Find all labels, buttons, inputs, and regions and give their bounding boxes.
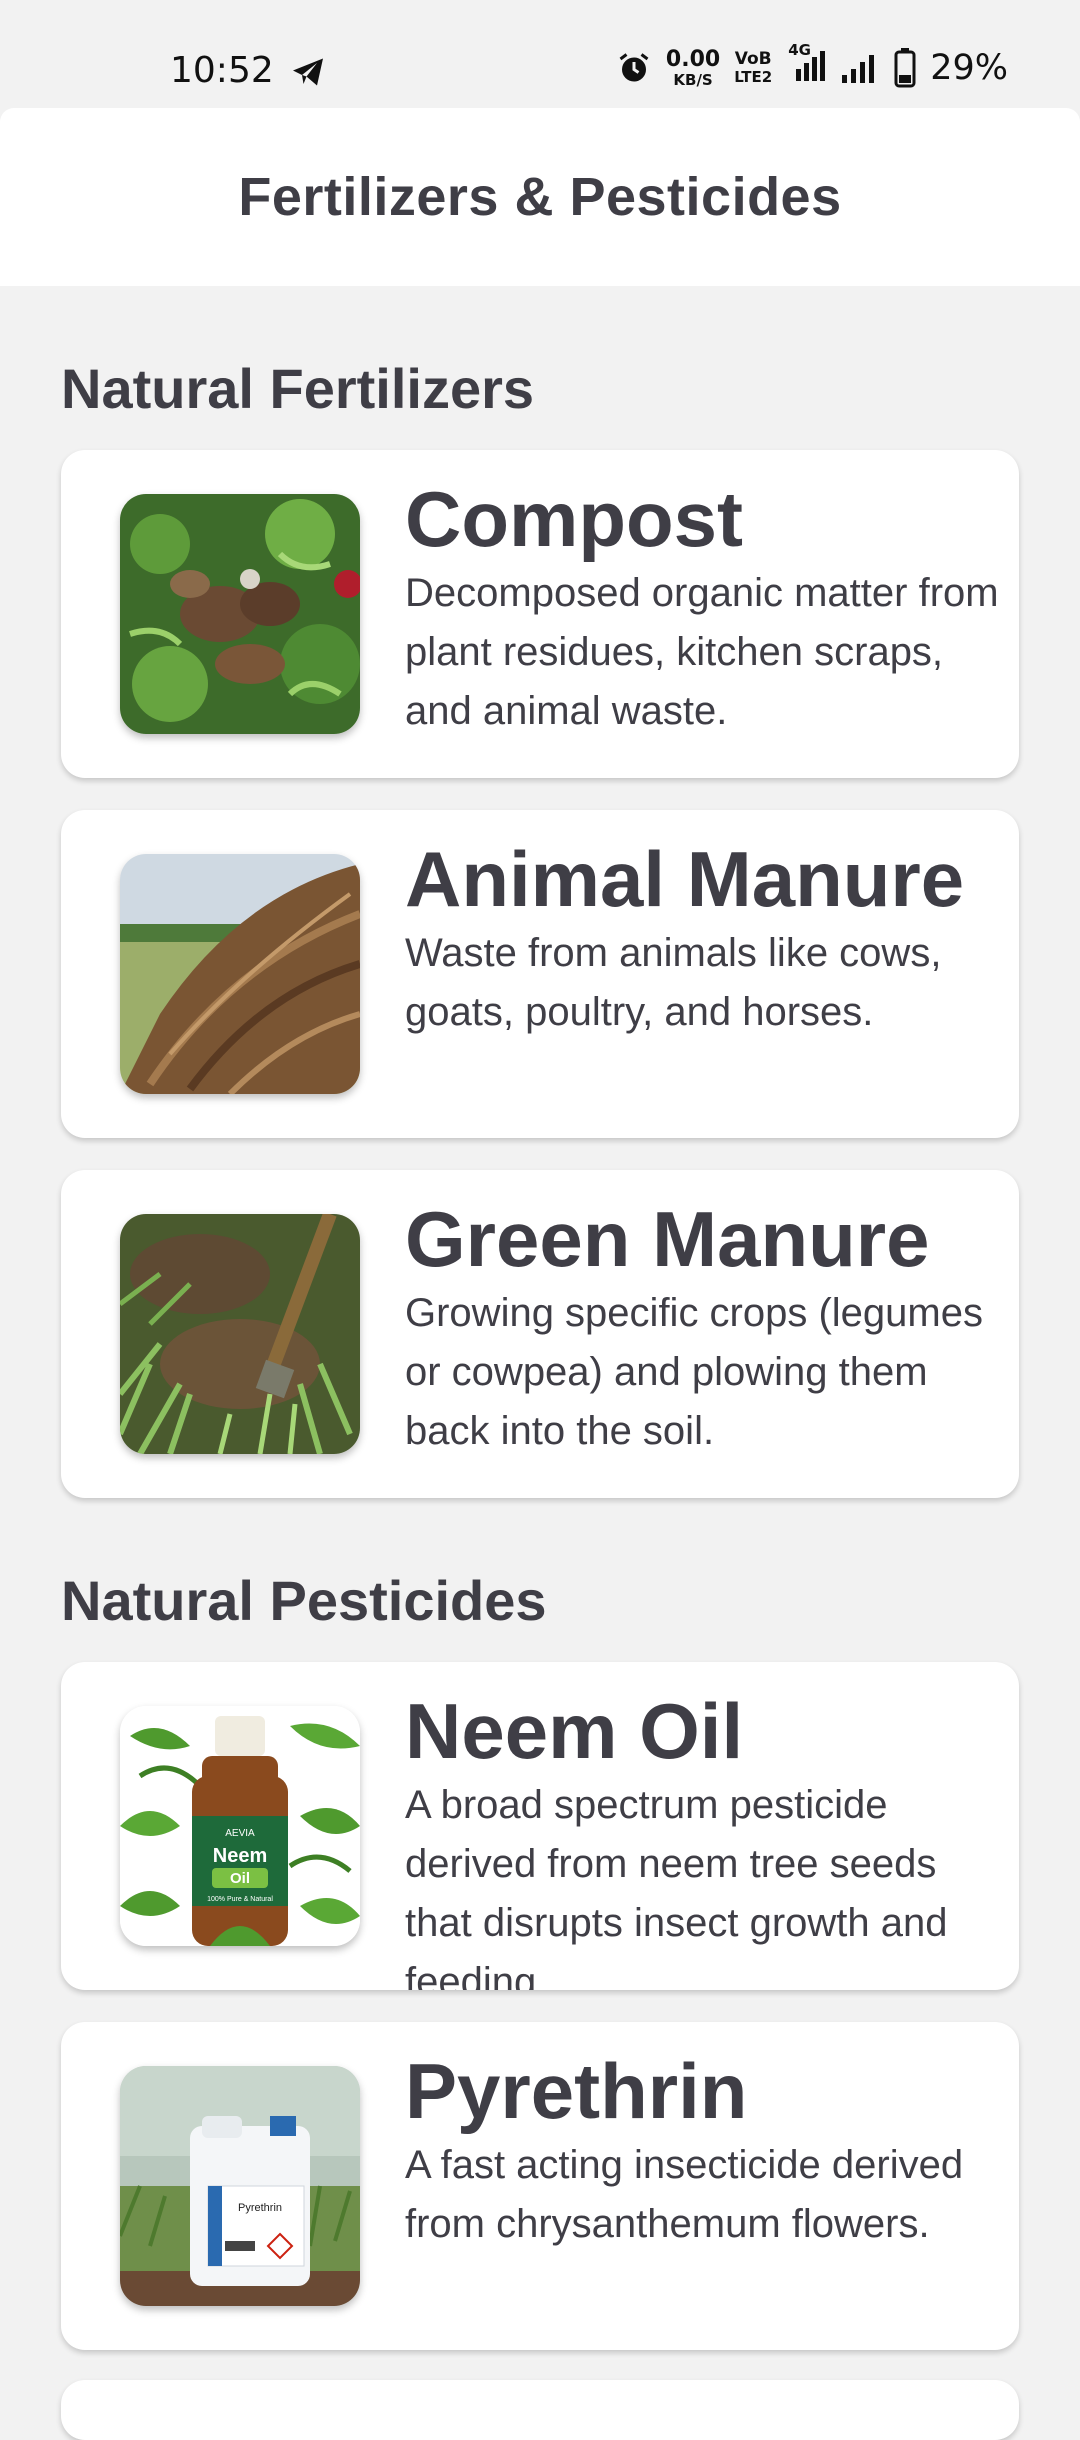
item-title: Neem Oil — [405, 1687, 744, 1775]
pyrethrin-label-text: Pyrethrin — [238, 2202, 282, 2214]
neem-brand-text: AEVIA — [225, 1828, 255, 1839]
neem-name-text: Neem — [213, 1845, 267, 1867]
list-item-green-manure[interactable]: Green Manure Growing specific crops (leg… — [61, 1170, 1019, 1498]
volte-top: VoB — [734, 49, 772, 69]
item-description: Decomposed organic matter from plant res… — [405, 571, 999, 733]
page-title: Fertilizers & Pesticides — [238, 167, 842, 227]
item-description: Growing specific crops (legumes or cowpe… — [405, 1291, 983, 1453]
list-item-animal-manure[interactable]: Animal Manure Waste from animals like co… — [61, 810, 1019, 1138]
battery-icon — [894, 48, 916, 88]
signal-4g: 4G — [786, 41, 826, 88]
pyrethrin-image: Pyrethrin — [120, 2066, 360, 2306]
list-item-neem-oil[interactable]: AEVIA Neem Oil 100% Pure & Natural Neem … — [61, 1662, 1019, 1990]
item-title: Green Manure — [405, 1195, 930, 1283]
item-title: Compost — [405, 475, 743, 563]
list-item-compost[interactable]: Compost Decomposed organic matter from p… — [61, 450, 1019, 778]
neem-tagline-text: 100% Pure & Natural — [207, 1896, 273, 1903]
neem-oil-image: AEVIA Neem Oil 100% Pure & Natural — [120, 1706, 360, 1946]
status-icons: 0.00 KB/S VoB LTE2 4G 29% — [616, 41, 1008, 89]
net-speed-unit: KB/S — [673, 70, 713, 89]
app-header: Fertilizers & Pesticides — [0, 108, 1080, 286]
network-type: 4G — [788, 40, 811, 59]
section-title-natural-pesticides: Natural Pesticides — [61, 1569, 547, 1632]
compost-image — [120, 494, 360, 734]
item-title: Animal Manure — [405, 835, 965, 923]
item-description: A broad spectrum pesticide derived from … — [405, 1783, 948, 1990]
card-body: Neem Oil A broad spectrum pesticide deri… — [405, 1686, 1019, 1990]
status-bar: 10:52 0.00 KB/S VoB LTE2 4G 29% — [0, 0, 1080, 108]
battery-percent: 29% — [930, 48, 1008, 88]
animal-manure-image — [120, 854, 360, 1094]
card-body: Green Manure Growing specific crops (leg… — [405, 1194, 1019, 1498]
signal-icon — [842, 55, 875, 83]
status-time: 10:52 — [170, 50, 274, 91]
card-body: Pyrethrin A fast acting insecticide deri… — [405, 2046, 1019, 2350]
card-body: Compost Decomposed organic matter from p… — [405, 474, 1019, 778]
item-description: A fast acting insecticide derived from c… — [405, 2143, 964, 2246]
telegram-icon — [293, 58, 323, 86]
green-manure-image — [120, 1214, 360, 1454]
neem-sub-text: Oil — [230, 1870, 250, 1887]
net-speed-value: 0.00 — [665, 46, 721, 72]
volte-indicator: VoB LTE2 — [734, 51, 772, 85]
volte-bottom: LTE2 — [734, 68, 773, 86]
item-title: Pyrethrin — [405, 2047, 748, 2135]
section-title-natural-fertilizers: Natural Fertilizers — [61, 357, 535, 420]
item-description: Waste from animals like cows, goats, pou… — [405, 931, 942, 1034]
alarm-icon — [619, 53, 649, 82]
list-item-pyrethrin[interactable]: Pyrethrin Pyrethrin A fast acting insect… — [61, 2022, 1019, 2350]
net-speed: 0.00 KB/S — [665, 46, 721, 89]
list-item-partial[interactable] — [61, 2380, 1019, 2440]
card-body: Animal Manure Waste from animals like co… — [405, 834, 1019, 1138]
